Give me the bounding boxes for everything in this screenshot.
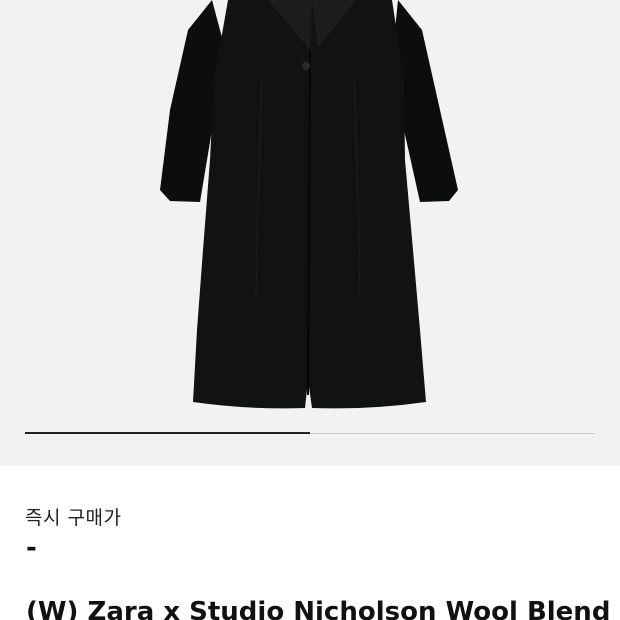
product-image-area[interactable] [0,0,620,466]
carousel-progress-fill [25,432,310,434]
product-title: (W) Zara x Studio Nicholson Wool Blend [26,597,611,620]
product-page: 즉시 구매가 - (W) Zara x Studio Nicholson Woo… [0,0,620,620]
instant-buy-price-value: - [26,533,37,563]
instant-buy-price-label: 즉시 구매가 [25,507,122,529]
carousel-progress-track[interactable] [25,432,595,434]
product-image[interactable] [0,0,620,420]
